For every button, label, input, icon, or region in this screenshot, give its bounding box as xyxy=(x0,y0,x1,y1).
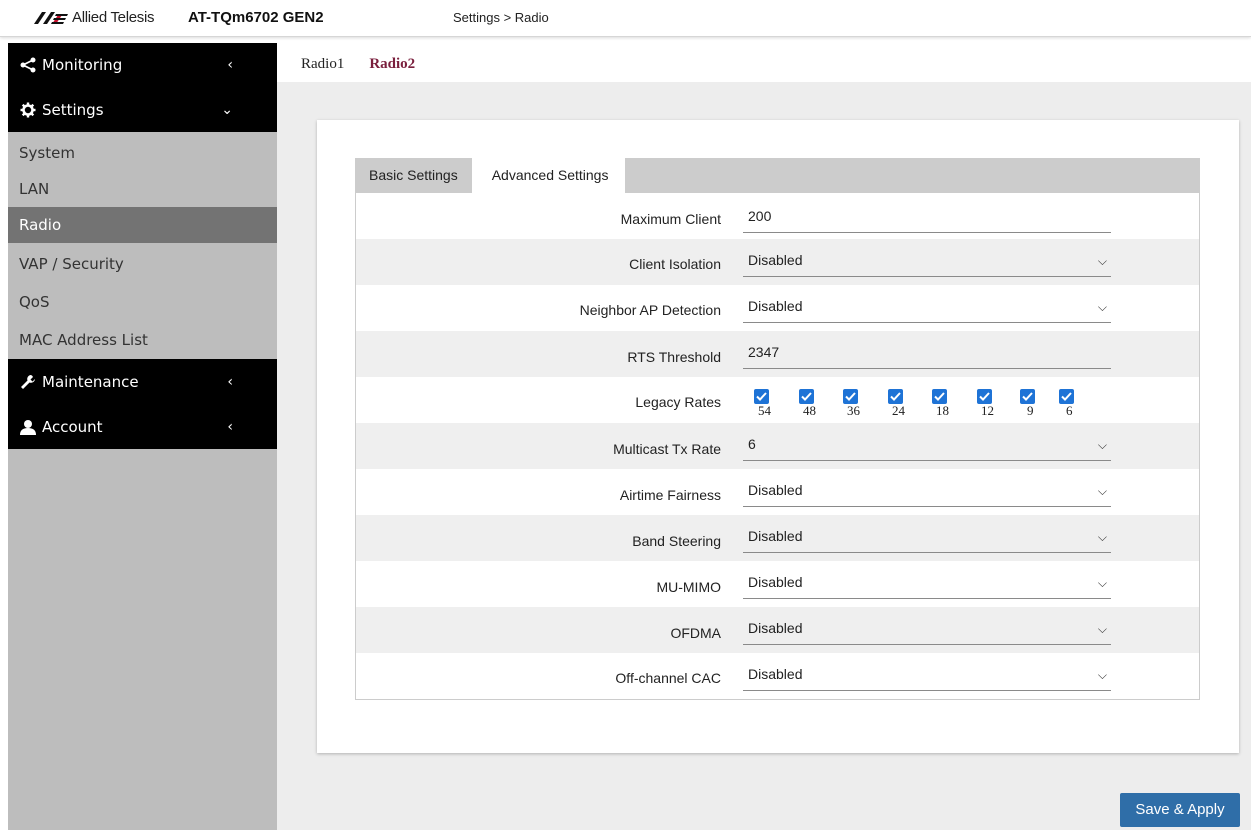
field-label: Neighbor AP Detection xyxy=(579,302,721,318)
chevron-left-icon: ‹ xyxy=(227,57,233,73)
chevron-down-icon: ⌵ xyxy=(1097,438,1107,452)
sidebar: Monitoring ‹ Settings ⌄ System LAN Radio… xyxy=(8,43,277,830)
mu-mimo-select[interactable]: Disabled ⌵ xyxy=(743,574,1111,599)
legacy-rate-54-checkbox[interactable] xyxy=(754,389,769,404)
multicast-tx-rate-select[interactable]: 6 ⌵ xyxy=(743,436,1111,461)
form-row-neighbor-ap: Neighbor AP Detection Disabled ⌵ xyxy=(356,285,1199,331)
sidebar-item-radio[interactable]: Radio xyxy=(8,207,277,243)
sidebar-item-qos[interactable]: QoS xyxy=(8,284,277,320)
tab-advanced-settings[interactable]: Advanced Settings xyxy=(471,158,626,193)
share-icon xyxy=(20,57,36,73)
field-label: RTS Threshold xyxy=(627,349,721,365)
legacy-rate-label: 9 xyxy=(1027,403,1034,418)
tab-basic-settings[interactable]: Basic Settings xyxy=(355,158,472,193)
form-row-legacy-rates: Legacy Rates 54 48 36 24 18 12 9 6 xyxy=(356,377,1199,423)
legacy-rate-18-checkbox[interactable] xyxy=(932,389,947,404)
legacy-rate-12-checkbox[interactable] xyxy=(977,389,992,404)
form-row-max-client: Maximum Client 200 xyxy=(356,193,1199,239)
advanced-settings-form: Maximum Client 200 Client Isolation Disa… xyxy=(355,193,1200,700)
field-label: Band Steering xyxy=(632,533,721,549)
chevron-left-icon: ‹ xyxy=(227,373,233,390)
top-bar: Allied Telesis AT-TQm6702 GEN2 Settings … xyxy=(0,0,1251,37)
chevron-down-icon: ⌵ xyxy=(1097,530,1107,544)
legacy-rate-label: 24 xyxy=(892,403,905,418)
sidebar-item-maintenance[interactable]: Maintenance ‹ xyxy=(8,359,277,404)
neighbor-ap-select[interactable]: Disabled ⌵ xyxy=(743,298,1111,323)
sidebar-item-monitoring[interactable]: Monitoring ‹ xyxy=(8,43,277,87)
field-label: Client Isolation xyxy=(629,256,721,272)
tab-radio1[interactable]: Radio1 xyxy=(288,46,357,82)
form-row-band-steering: Band Steering Disabled ⌵ xyxy=(356,515,1199,561)
device-model: AT-TQm6702 GEN2 xyxy=(188,9,324,26)
form-row-client-isolation: Client Isolation Disabled ⌵ xyxy=(356,239,1199,285)
settings-tabs: Basic Settings Advanced Settings xyxy=(355,158,1200,193)
chevron-down-icon: ⌄ xyxy=(221,101,233,118)
sidebar-item-system[interactable]: System xyxy=(8,135,277,171)
form-row-mu-mimo: MU-MIMO Disabled ⌵ xyxy=(356,561,1199,607)
sidebar-item-label: Maintenance xyxy=(42,372,139,391)
brand-name: Allied Telesis xyxy=(72,9,155,26)
chevron-down-icon: ⌵ xyxy=(1097,300,1107,314)
field-label: Off-channel CAC xyxy=(615,670,721,686)
field-label: OFDMA xyxy=(670,625,721,641)
off-channel-cac-select[interactable]: Disabled ⌵ xyxy=(743,666,1111,691)
gear-icon xyxy=(20,102,36,118)
legacy-rate-24-checkbox[interactable] xyxy=(888,389,903,404)
rts-threshold-input[interactable]: 2347 xyxy=(743,344,1111,369)
max-client-input[interactable]: 200 xyxy=(743,208,1111,233)
sidebar-item-label: Account xyxy=(42,417,103,436)
chevron-down-icon: ⌵ xyxy=(1097,668,1107,682)
form-row-multicast-tx: Multicast Tx Rate 6 ⌵ xyxy=(356,423,1199,469)
legacy-rate-48-checkbox[interactable] xyxy=(799,389,814,404)
form-row-ofdma: OFDMA Disabled ⌵ xyxy=(356,607,1199,653)
sidebar-item-label: Monitoring xyxy=(42,56,123,74)
wrench-icon xyxy=(20,374,36,390)
chevron-down-icon: ⌵ xyxy=(1097,254,1107,268)
legacy-rate-label: 6 xyxy=(1066,403,1073,418)
sidebar-item-account[interactable]: Account ‹ xyxy=(8,404,277,449)
allied-telesis-logo: Allied Telesis xyxy=(34,9,155,26)
field-label: Multicast Tx Rate xyxy=(613,441,721,457)
chevron-down-icon: ⌵ xyxy=(1097,484,1107,498)
chevron-left-icon: ‹ xyxy=(227,418,233,435)
legacy-rate-label: 12 xyxy=(981,403,994,418)
field-label: Airtime Fairness xyxy=(619,487,721,503)
band-steering-select[interactable]: Disabled ⌵ xyxy=(743,528,1111,553)
field-label: MU-MIMO xyxy=(656,579,721,595)
form-row-off-channel-cac: Off-channel CAC Disabled ⌵ xyxy=(356,653,1199,699)
save-apply-button[interactable]: Save & Apply xyxy=(1120,793,1240,827)
chevron-down-icon: ⌵ xyxy=(1097,622,1107,636)
sidebar-item-label: Settings xyxy=(42,100,104,119)
user-icon xyxy=(20,419,36,435)
logo-mark-icon xyxy=(34,11,68,24)
radio-tabs: Radio1 Radio2 xyxy=(288,46,432,82)
breadcrumb: Settings > Radio xyxy=(453,10,549,25)
legacy-rate-label: 48 xyxy=(803,403,816,418)
field-label: Maximum Client xyxy=(620,211,721,227)
sidebar-item-vap-security[interactable]: VAP / Security xyxy=(8,246,277,282)
sidebar-item-lan[interactable]: LAN xyxy=(8,171,277,207)
legacy-rate-9-checkbox[interactable] xyxy=(1020,389,1035,404)
client-isolation-select[interactable]: Disabled ⌵ xyxy=(743,252,1111,277)
sidebar-item-mac-address-list[interactable]: MAC Address List xyxy=(8,322,277,358)
legacy-rate-label: 36 xyxy=(847,403,860,418)
ofdma-select[interactable]: Disabled ⌵ xyxy=(743,620,1111,645)
sidebar-item-settings[interactable]: Settings ⌄ xyxy=(8,87,277,132)
legacy-rate-36-checkbox[interactable] xyxy=(843,389,858,404)
chevron-down-icon: ⌵ xyxy=(1097,576,1107,590)
form-row-rts-threshold: RTS Threshold 2347 xyxy=(356,331,1199,377)
legacy-rate-label: 54 xyxy=(758,403,771,418)
field-label: Legacy Rates xyxy=(635,394,721,410)
tab-radio2[interactable]: Radio2 xyxy=(357,46,432,82)
legacy-rate-6-checkbox[interactable] xyxy=(1059,389,1074,404)
legacy-rate-label: 18 xyxy=(936,403,949,418)
form-row-airtime-fairness: Airtime Fairness Disabled ⌵ xyxy=(356,469,1199,515)
airtime-fairness-select[interactable]: Disabled ⌵ xyxy=(743,482,1111,507)
